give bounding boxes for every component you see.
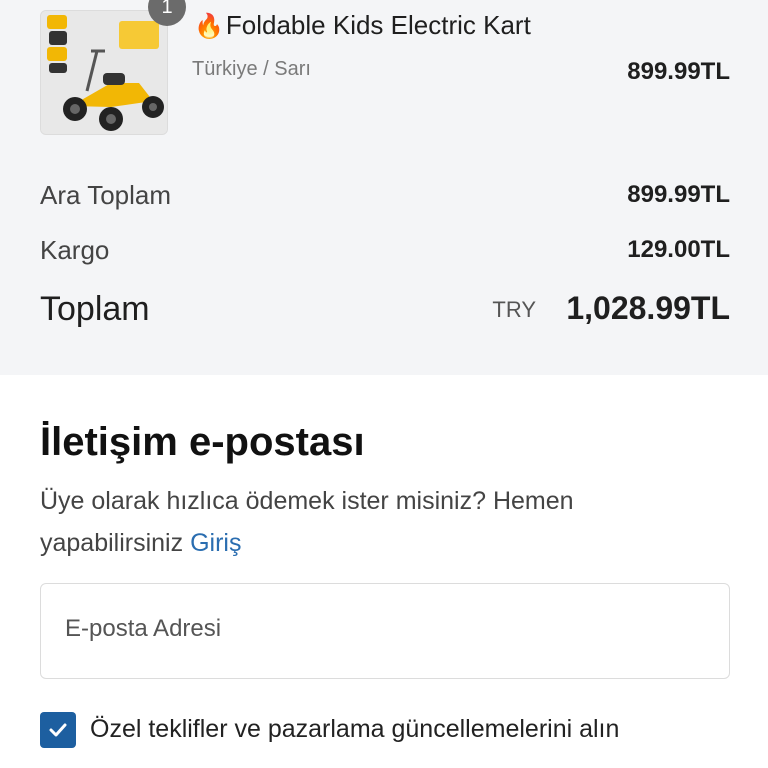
email-input[interactable] [63, 614, 707, 644]
marketing-checkbox-label[interactable]: Özel teklifler ve pazarlama güncellemele… [90, 715, 619, 744]
checkmark-icon [49, 723, 67, 737]
email-field[interactable] [40, 583, 730, 679]
login-prompt: Üye olarak hızlıca ödemek ister misiniz?… [40, 480, 690, 564]
fire-icon: 🔥 [194, 13, 224, 40]
subtotal-value: 899.99TL [627, 181, 730, 208]
shipping-label: Kargo [40, 235, 110, 265]
shipping-value: 129.00TL [627, 236, 730, 263]
product-variant: Türkiye / Sarı [192, 58, 311, 80]
product-thumbnail [40, 10, 168, 135]
currency-code: TRY [492, 297, 536, 322]
subtotal-label: Ara Toplam [40, 180, 172, 210]
product-title: 🔥Foldable Kids Electric Kart [194, 10, 531, 41]
login-link[interactable]: Giriş [190, 529, 241, 557]
total-label: Toplam [40, 290, 150, 328]
login-prompt-text: Üye olarak hızlıca ödemek ister misiniz?… [40, 487, 574, 557]
kart-image-icon [41, 11, 167, 134]
total-value: 1,028.99TL [566, 290, 730, 326]
product-title-text: Foldable Kids Electric Kart [225, 10, 531, 40]
product-price: 899.99TL [627, 58, 730, 85]
contact-email-heading: İletişim e-postası [40, 420, 365, 464]
marketing-checkbox[interactable] [40, 712, 76, 748]
order-summary: 1 🔥Foldable Kids Electric Kart Türkiye /… [0, 0, 768, 375]
